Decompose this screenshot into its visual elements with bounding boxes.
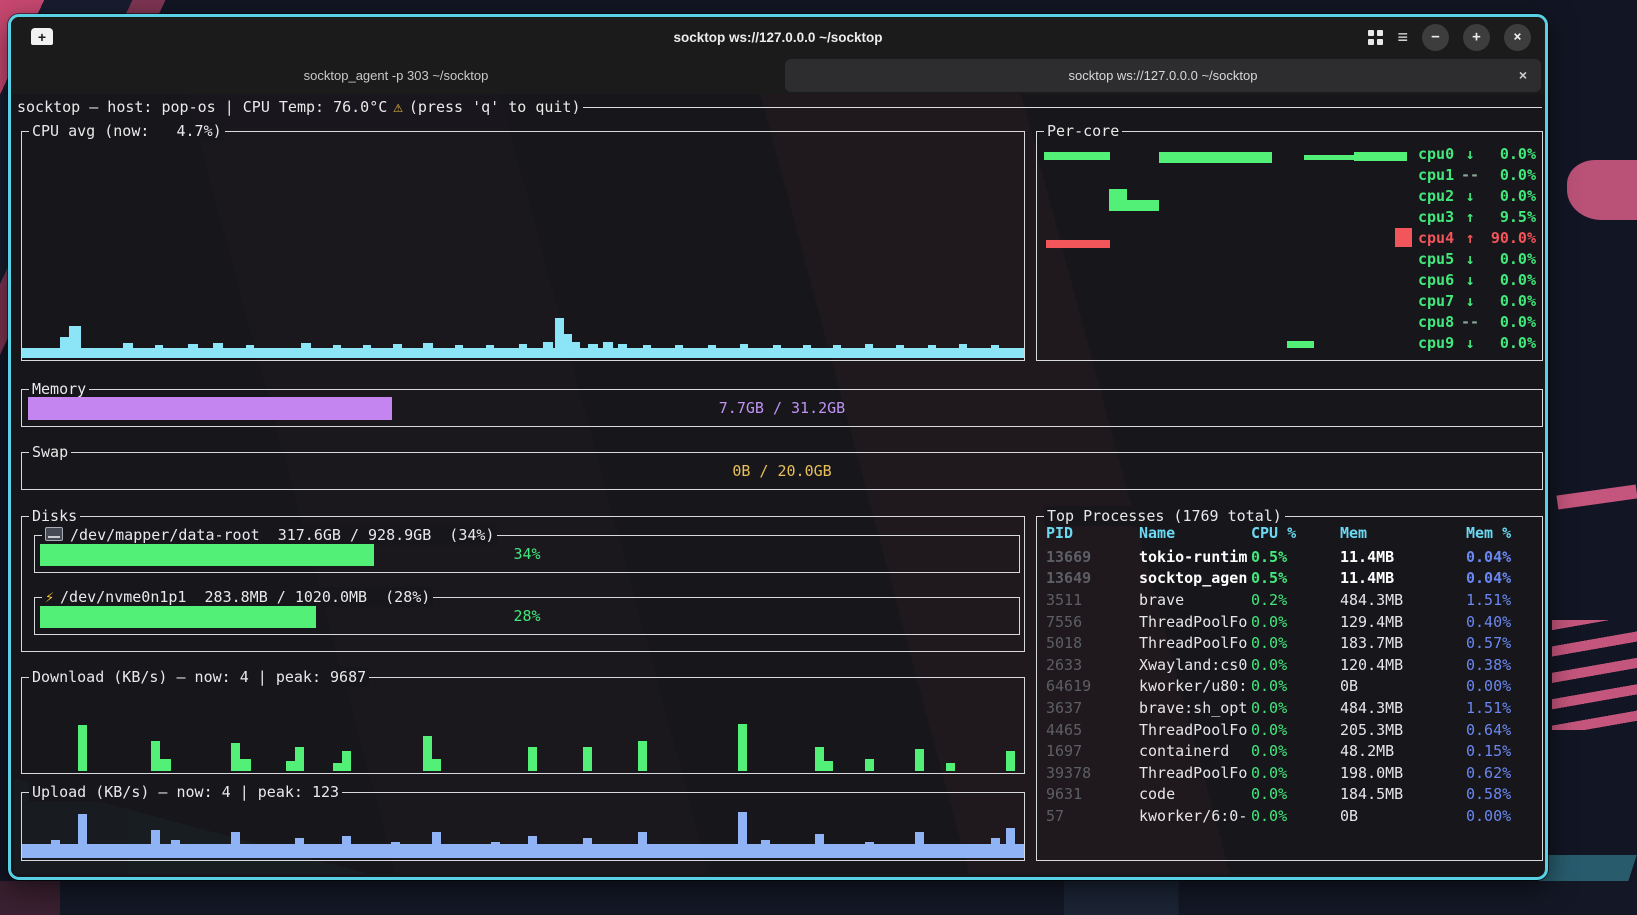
process-row: 13669tokio-runtim0.5%11.4MB0.04% (1046, 546, 1538, 568)
trend-flat-icon: -- (1458, 166, 1482, 184)
process-row: 7556ThreadPoolFo0.0%129.4MB0.40% (1046, 611, 1538, 633)
terminal-content[interactable]: socktop — host: pop-os | CPU Temp: 76.0°… (14, 94, 1542, 874)
terminal-window: + socktop ws://127.0.0.0 ~/socktop ≡ − +… (8, 14, 1548, 880)
col-name: Name (1139, 524, 1251, 542)
close-button[interactable]: × (1504, 24, 1531, 51)
warning-icon: ⚠ (393, 97, 403, 116)
disk-nvme-box: ⚡/dev/nvme0n1p1 283.8MB / 1020.0MB (28%)… (34, 597, 1020, 635)
upload-chart (22, 793, 1024, 860)
wallpaper-pink-stripes (1552, 620, 1637, 730)
core-row-cpu4: cpu4↑90.0% (1418, 227, 1536, 248)
core-list: cpu0↓0.0% cpu1--0.0% cpu2↓0.0% cpu3↑9.5%… (1418, 143, 1536, 353)
menu-icon[interactable]: ≡ (1397, 28, 1408, 46)
process-row: 57kworker/6:0-0.0%0B0.00% (1046, 805, 1538, 827)
tab-socktop-agent[interactable]: socktop_agent -p 303 ~/socktop (11, 57, 781, 94)
process-row: 39378ThreadPoolFo0.0%198.0MB0.62% (1046, 762, 1538, 784)
col-mem: Mem (1340, 524, 1466, 542)
trend-down-icon: ↓ (1458, 271, 1482, 289)
core-row-cpu5: cpu5↓0.0% (1418, 248, 1536, 269)
core-row-cpu2: cpu2↓0.0% (1418, 185, 1536, 206)
wallpaper-pink-blob (1567, 160, 1637, 220)
process-row: 3637brave:sh_opt0.0%484.3MB1.51% (1046, 697, 1538, 719)
trend-down-icon: ↓ (1458, 334, 1482, 352)
core-row-cpu9: cpu9↓0.0% (1418, 332, 1536, 353)
core-row-cpu1: cpu1--0.0% (1418, 164, 1536, 185)
status-header: socktop — host: pop-os | CPU Temp: 76.0°… (17, 97, 1542, 116)
trend-down-icon: ↓ (1458, 187, 1482, 205)
cpu-avg-chart (22, 132, 1024, 360)
maximize-button[interactable]: + (1463, 24, 1490, 51)
wallpaper-bottom (0, 881, 1637, 915)
tab-label: socktop ws://127.0.0.0 ~/socktop (1069, 68, 1258, 83)
processes-rows: 13669tokio-runtim0.5%11.4MB0.04% 13649so… (1046, 546, 1538, 827)
quit-hint-text: (press 'q' to quit) (409, 98, 581, 116)
upload-panel: Upload (KB/s) — now: 4 | peak: 123 (21, 792, 1025, 861)
trend-flat-icon: -- (1458, 313, 1482, 331)
core-row-cpu8: cpu8--0.0% (1418, 311, 1536, 332)
swap-panel: Swap 0B / 20.0GB (21, 452, 1543, 490)
process-row: 2633Xwayland:cs00.0%120.4MB0.38% (1046, 654, 1538, 676)
processes-header: PID Name CPU % Mem Mem % (1046, 524, 1538, 542)
header-rule (583, 107, 1543, 108)
col-memp: Mem % (1466, 524, 1538, 542)
process-row: 5018ThreadPoolFo0.0%183.7MB0.57% (1046, 632, 1538, 654)
col-pid: PID (1046, 524, 1139, 542)
wallpaper-pink-stripe (1556, 485, 1637, 510)
trend-down-icon: ↓ (1458, 250, 1482, 268)
process-row: 3511brave0.2%484.3MB1.51% (1046, 589, 1538, 611)
processes-title: Top Processes (1769 total) (1044, 506, 1285, 526)
disk-nvme-percent: 28% (35, 598, 1019, 634)
core-row-cpu7: cpu7↓0.0% (1418, 290, 1536, 311)
tab-bar: socktop_agent -p 303 ~/socktop socktop w… (11, 57, 1545, 94)
disk-data-root-box: /dev/mapper/data-root 317.6GB / 928.9GB … (34, 535, 1020, 573)
process-row: 13649socktop_agen0.5%11.4MB0.04% (1046, 568, 1538, 590)
trend-down-icon: ↓ (1458, 145, 1482, 163)
window-title: socktop ws://127.0.0.0 ~/socktop (11, 17, 1545, 57)
trend-up-icon: ↑ (1458, 208, 1482, 226)
host-temp-text: socktop — host: pop-os | CPU Temp: 76.0°… (17, 98, 387, 116)
tab-close-icon[interactable]: × (1519, 67, 1527, 83)
titlebar: + socktop ws://127.0.0.0 ~/socktop ≡ − +… (11, 17, 1545, 57)
core-row-cpu6: cpu6↓0.0% (1418, 269, 1536, 290)
tab-socktop-active[interactable]: socktop ws://127.0.0.0 ~/socktop × (785, 59, 1541, 92)
minimize-button[interactable]: − (1422, 24, 1449, 51)
disks-panel: Disks /dev/mapper/data-root 317.6GB / 92… (21, 516, 1025, 652)
disk-data-root-percent: 34% (35, 536, 1019, 572)
swap-usage-text: 0B / 20.0GB (22, 453, 1542, 489)
layout-grid-icon[interactable] (1368, 30, 1383, 45)
memory-usage-text: 7.7GB / 31.2GB (22, 390, 1542, 426)
process-row: 9631code0.0%184.5MB0.58% (1046, 784, 1538, 806)
disks-title: Disks (29, 506, 80, 526)
core-row-cpu3: cpu3↑9.5% (1418, 206, 1536, 227)
trend-up-icon: ↑ (1458, 229, 1482, 247)
download-panel: Download (KB/s) — now: 4 | peak: 9687 (21, 677, 1025, 774)
process-row: 64619kworker/u80:0.0%0B0.00% (1046, 676, 1538, 698)
download-chart (22, 678, 1024, 773)
processes-panel: Top Processes (1769 total) PID Name CPU … (1036, 516, 1543, 861)
memory-panel: Memory 7.7GB / 31.2GB (21, 389, 1543, 427)
cpu-avg-panel: CPU avg (now: 4.7%) (21, 131, 1025, 361)
core-row-cpu0: cpu0↓0.0% (1418, 143, 1536, 164)
process-row: 1697containerd0.0%48.2MB0.15% (1046, 740, 1538, 762)
per-core-panel: Per-core cpu0↓0.0% cpu1--0.0% cpu2↓0.0% … (1036, 131, 1543, 361)
trend-down-icon: ↓ (1458, 292, 1482, 310)
process-row: 4465ThreadPoolFo0.0%205.3MB0.64% (1046, 719, 1538, 741)
col-cpu: CPU % (1251, 524, 1340, 542)
hot-core-marker (1395, 228, 1412, 247)
